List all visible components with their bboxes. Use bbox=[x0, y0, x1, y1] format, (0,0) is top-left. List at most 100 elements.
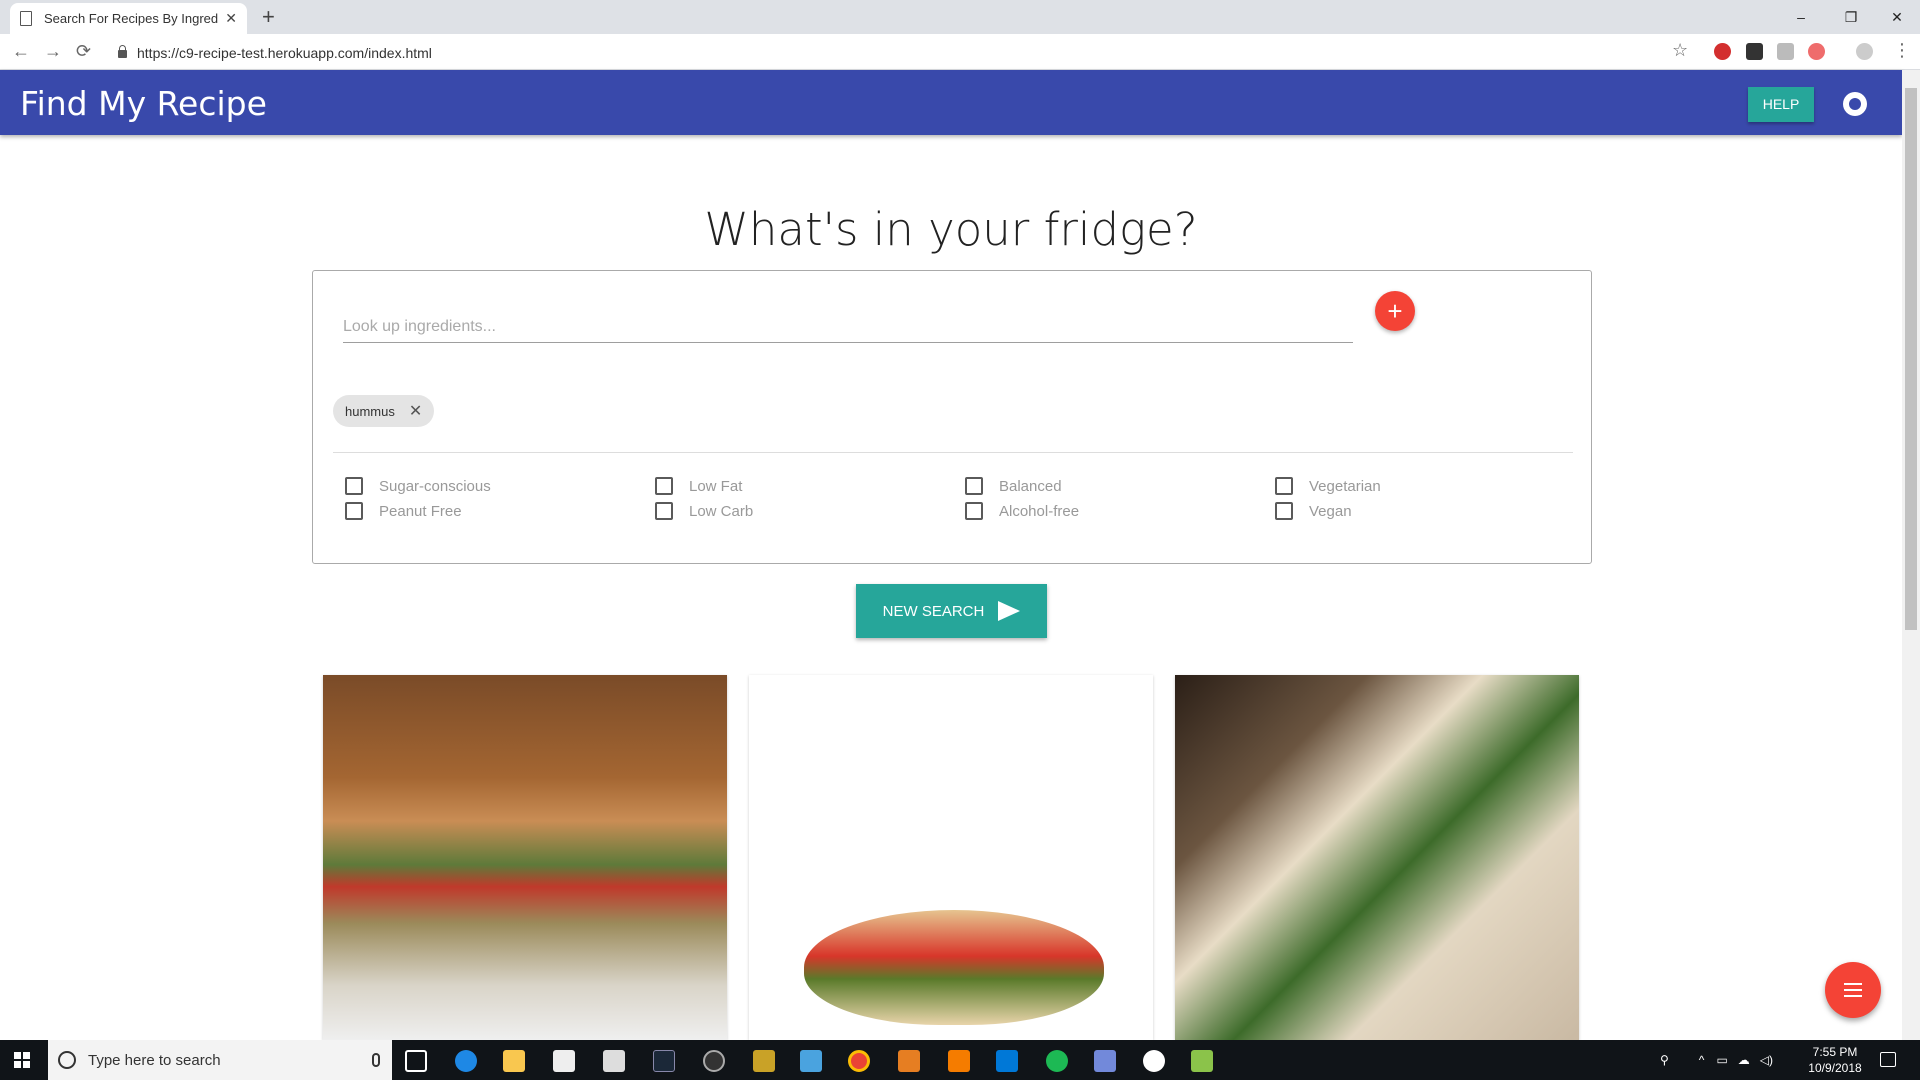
chip-remove-icon[interactable]: ✕ bbox=[409, 401, 422, 421]
new-search-button[interactable]: NEW SEARCH bbox=[856, 584, 1047, 638]
filter-label: Vegetarian bbox=[1309, 477, 1381, 495]
taskbar-search-placeholder: Type here to search bbox=[88, 1051, 221, 1069]
ingredient-search-input[interactable] bbox=[343, 311, 1353, 343]
profile-avatar[interactable] bbox=[1856, 43, 1873, 60]
filter-label: Balanced bbox=[999, 477, 1062, 495]
help-button[interactable]: HELP bbox=[1748, 87, 1814, 122]
spotify-icon[interactable] bbox=[1046, 1050, 1068, 1072]
address-bar[interactable]: https://c9-recipe-test.herokuapp.com/ind… bbox=[110, 39, 1710, 66]
checkbox[interactable] bbox=[965, 477, 983, 495]
recipe-card-pita[interactable] bbox=[749, 675, 1153, 1040]
taskbar: Type here to search ⚲ ^ ▭ ☁ ◁) 7:55 PM 1… bbox=[0, 1040, 1920, 1080]
reload-icon[interactable]: ⟳ bbox=[76, 41, 91, 61]
cortana-icon bbox=[58, 1051, 76, 1069]
filter-label: Sugar-conscious bbox=[379, 477, 491, 495]
checkbox[interactable] bbox=[1275, 502, 1293, 520]
kraken-icon[interactable] bbox=[1191, 1050, 1213, 1072]
filter-balanced[interactable]: Balanced bbox=[965, 477, 1062, 495]
steam-icon[interactable] bbox=[653, 1050, 675, 1072]
chrome-icon[interactable] bbox=[848, 1050, 870, 1072]
filter-vegetarian[interactable]: Vegetarian bbox=[1275, 477, 1381, 495]
forward-icon[interactable]: → bbox=[44, 41, 62, 61]
browser-tab[interactable]: Search For Recipes By Ingredient ✕ bbox=[10, 3, 247, 34]
taskbar-clock[interactable]: 7:55 PM 10/9/2018 bbox=[1800, 1044, 1870, 1076]
menu-icon bbox=[1844, 995, 1862, 997]
search-form: + hummus ✕ Sugar-conscious Low Fat Balan… bbox=[312, 270, 1592, 564]
app-icon[interactable] bbox=[800, 1050, 822, 1072]
microphone-icon[interactable] bbox=[372, 1053, 380, 1067]
bookmark-star-icon[interactable]: ☆ bbox=[1672, 40, 1688, 60]
onedrive-icon[interactable]: ☁ bbox=[1738, 1053, 1750, 1067]
discord-icon[interactable] bbox=[1094, 1050, 1116, 1072]
filter-vegan[interactable]: Vegan bbox=[1275, 502, 1352, 520]
app-navbar: Find My Recipe HELP bbox=[0, 70, 1902, 135]
game-icon[interactable] bbox=[753, 1050, 775, 1072]
page-icon bbox=[20, 11, 32, 26]
extension-icon[interactable] bbox=[1808, 43, 1825, 60]
network-icon[interactable]: ▭ bbox=[1716, 1053, 1727, 1067]
menu-fab-button[interactable] bbox=[1825, 962, 1881, 1018]
vscode-icon[interactable] bbox=[996, 1050, 1018, 1072]
search-button-label: NEW SEARCH bbox=[882, 602, 985, 620]
filter-low-fat[interactable]: Low Fat bbox=[655, 477, 742, 495]
chip-label: hummus bbox=[345, 403, 395, 419]
new-tab-button[interactable]: + bbox=[262, 5, 275, 29]
minimize-button[interactable]: – bbox=[1778, 4, 1824, 30]
volume-icon[interactable]: ◁) bbox=[1760, 1053, 1773, 1067]
scrollbar-thumb[interactable] bbox=[1905, 88, 1917, 630]
mail-icon[interactable] bbox=[603, 1050, 625, 1072]
recipe-card-wrap[interactable] bbox=[1175, 675, 1579, 1040]
brand-title[interactable]: Find My Recipe bbox=[20, 84, 267, 123]
divider bbox=[333, 452, 1573, 453]
page-heading: What's in your fridge? bbox=[704, 203, 1198, 256]
recipe-card-veggie-burger[interactable] bbox=[323, 675, 727, 1040]
filter-label: Peanut Free bbox=[379, 502, 462, 520]
store-icon[interactable] bbox=[553, 1050, 575, 1072]
browser-toolbar: ← → ⟳ https://c9-recipe-test.herokuapp.c… bbox=[0, 34, 1920, 70]
vlc-icon[interactable] bbox=[948, 1050, 970, 1072]
taskbar-search[interactable]: Type here to search bbox=[48, 1040, 392, 1080]
task-view-icon[interactable] bbox=[405, 1050, 427, 1072]
browser-menu-icon[interactable]: ⋮ bbox=[1893, 40, 1911, 60]
menu-icon bbox=[1844, 983, 1862, 985]
extension-icon[interactable] bbox=[1777, 43, 1794, 60]
checkbox[interactable] bbox=[965, 502, 983, 520]
media-player-icon[interactable] bbox=[898, 1050, 920, 1072]
url-text: https://c9-recipe-test.herokuapp.com/ind… bbox=[137, 44, 432, 61]
chevron-up-icon[interactable]: ^ bbox=[1699, 1053, 1705, 1067]
pita-image bbox=[804, 910, 1104, 1025]
send-icon bbox=[998, 601, 1021, 621]
filter-label: Low Carb bbox=[689, 502, 754, 520]
back-icon[interactable]: ← bbox=[12, 41, 30, 61]
checkbox[interactable] bbox=[345, 502, 363, 520]
checkbox[interactable] bbox=[655, 477, 673, 495]
close-window-button[interactable]: ✕ bbox=[1874, 4, 1920, 30]
obs-icon[interactable] bbox=[703, 1050, 725, 1072]
clock-time: 7:55 PM bbox=[1812, 1045, 1858, 1059]
checkbox[interactable] bbox=[345, 477, 363, 495]
checkbox[interactable] bbox=[1275, 477, 1293, 495]
filter-alcohol-free[interactable]: Alcohol-free bbox=[965, 502, 1079, 520]
tab-close-icon[interactable]: ✕ bbox=[225, 10, 237, 27]
filter-sugar-conscious[interactable]: Sugar-conscious bbox=[345, 477, 491, 495]
add-ingredient-button[interactable]: + bbox=[1375, 291, 1415, 331]
extension-icon[interactable] bbox=[1746, 43, 1763, 60]
edge-icon[interactable] bbox=[455, 1050, 477, 1072]
file-explorer-icon[interactable] bbox=[503, 1050, 525, 1072]
windows-start-icon[interactable] bbox=[14, 1052, 30, 1068]
filter-label: Vegan bbox=[1309, 502, 1352, 520]
adblock-extension-icon[interactable] bbox=[1714, 43, 1731, 60]
system-tray[interactable]: ⚲ ^ ▭ ☁ ◁) bbox=[1660, 1040, 1773, 1080]
ingredient-chip: hummus ✕ bbox=[333, 395, 435, 427]
filter-low-carb[interactable]: Low Carb bbox=[655, 502, 753, 520]
slack-icon[interactable] bbox=[1143, 1050, 1165, 1072]
lock-icon bbox=[118, 44, 127, 58]
notification-icon[interactable] bbox=[1880, 1052, 1896, 1067]
tab-title: Search For Recipes By Ingredient bbox=[44, 11, 219, 26]
restore-button[interactable]: ❐ bbox=[1828, 4, 1874, 30]
checkbox[interactable] bbox=[655, 502, 673, 520]
github-icon[interactable] bbox=[1843, 92, 1867, 116]
clock-date: 10/9/2018 bbox=[1808, 1061, 1862, 1075]
people-icon[interactable]: ⚲ bbox=[1660, 1053, 1669, 1067]
filter-peanut-free[interactable]: Peanut Free bbox=[345, 502, 462, 520]
